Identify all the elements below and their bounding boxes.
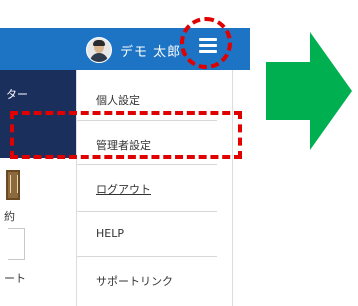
partial-label: 約 (4, 210, 15, 223)
partial-label-2: ート (4, 272, 26, 285)
menu-divider (77, 211, 217, 212)
side-panel-label: ター (6, 88, 28, 101)
right-arrow-icon (266, 32, 352, 150)
input-field[interactable] (8, 228, 25, 260)
user-name: デモ 太郎 (120, 44, 182, 60)
highlight-circle (180, 17, 232, 69)
highlight-box (10, 111, 242, 159)
menu-divider (77, 164, 217, 165)
menu-item-personal-settings[interactable]: 個人設定 (96, 92, 140, 108)
avatar[interactable] (86, 37, 112, 63)
user-info[interactable]: デモ 太郎 (86, 36, 181, 64)
menu-item-logout[interactable]: ログアウト (96, 181, 151, 197)
menu-divider (77, 256, 217, 257)
book-icon (6, 170, 20, 200)
dropdown-menu: 個人設定 管理者設定 ログアウト HELP サポートリンク (76, 70, 233, 306)
menu-item-support-link[interactable]: サポートリンク (96, 273, 173, 289)
menu-item-help[interactable]: HELP (96, 227, 124, 240)
